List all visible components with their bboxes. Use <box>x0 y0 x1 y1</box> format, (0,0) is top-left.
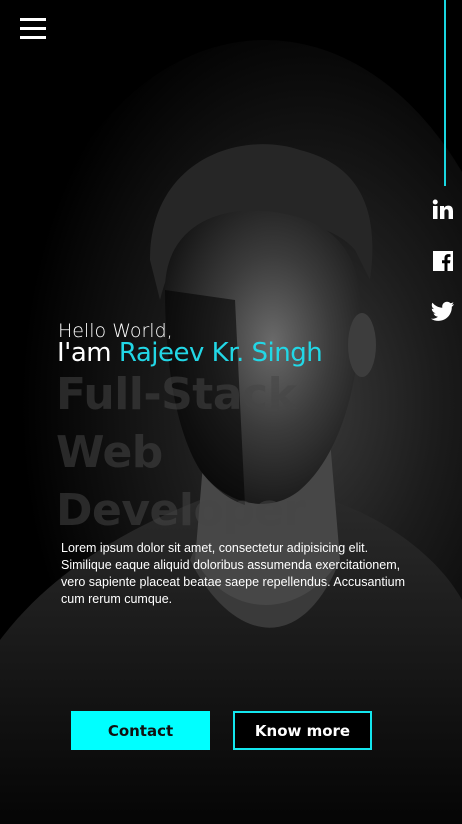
know-more-button[interactable]: Know more <box>233 711 372 750</box>
linkedin-icon[interactable] <box>431 198 455 222</box>
contact-button[interactable]: Contact <box>71 711 210 750</box>
intro-heading: I'am Rajeev Kr. Singh <box>57 338 323 368</box>
developer-name: Rajeev Kr. Singh <box>118 338 323 368</box>
intro-prefix: I'am <box>57 338 112 368</box>
hamburger-menu-icon[interactable] <box>20 18 46 40</box>
decorative-vertical-line <box>444 0 446 186</box>
intro-description: Lorem ipsum dolor sit amet, consectetur … <box>61 541 405 606</box>
twitter-icon[interactable] <box>431 299 455 323</box>
role-title: Full-Stack Web Developer <box>56 369 305 536</box>
facebook-icon[interactable] <box>431 249 455 273</box>
